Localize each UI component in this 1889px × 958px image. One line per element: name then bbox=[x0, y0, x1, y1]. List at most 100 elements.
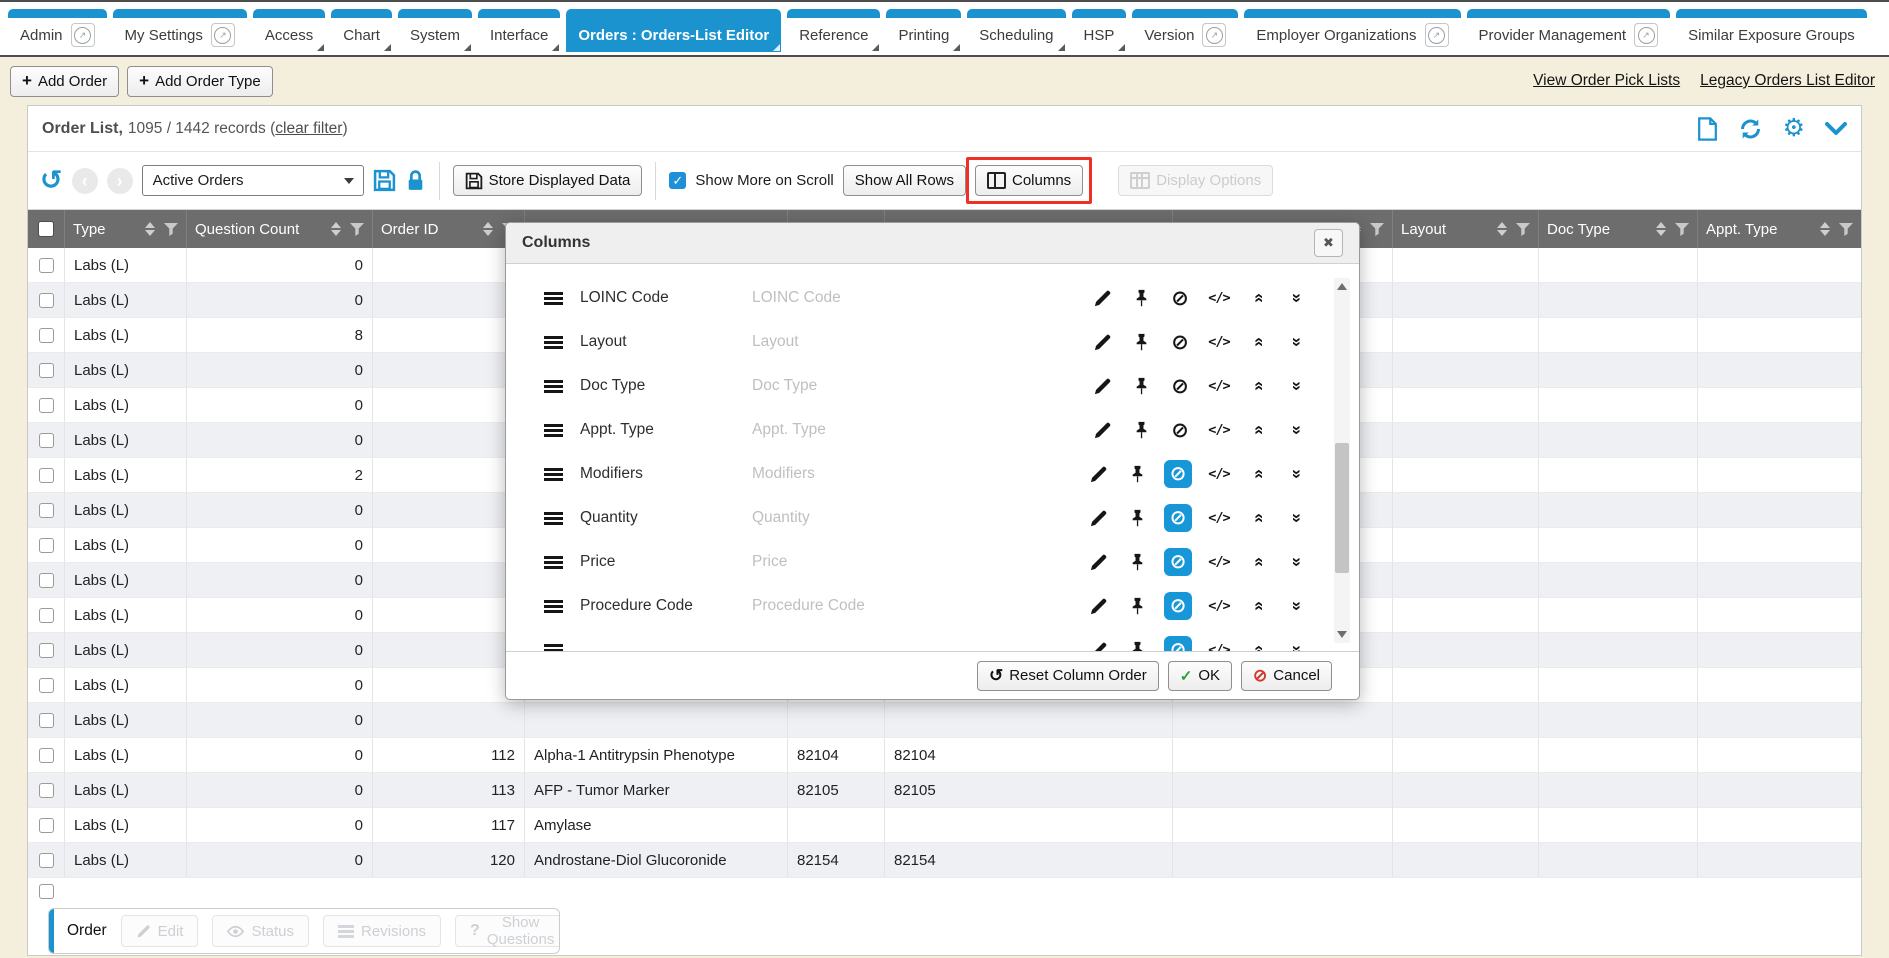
move-to-bottom-icon[interactable]: » bbox=[1285, 594, 1309, 618]
row-checkbox[interactable] bbox=[39, 363, 54, 378]
add-order-button[interactable]: + Add Order bbox=[10, 66, 119, 97]
tab-reference[interactable]: Reference bbox=[787, 9, 880, 52]
store-displayed-data-button[interactable]: Store Displayed Data bbox=[453, 165, 643, 196]
row-checkbox[interactable] bbox=[39, 818, 54, 833]
view-order-pick-lists-link[interactable]: View Order Pick Lists bbox=[1533, 72, 1680, 90]
filter-icon[interactable] bbox=[1675, 223, 1689, 236]
open-external-icon[interactable]: ↗ bbox=[1202, 23, 1226, 47]
move-to-bottom-icon[interactable]: » bbox=[1285, 374, 1309, 398]
gear-icon[interactable]: ⚙ bbox=[1783, 116, 1805, 141]
move-to-top-icon[interactable]: » bbox=[1246, 330, 1270, 354]
add-order-type-button[interactable]: + Add Order Type bbox=[127, 66, 273, 97]
drag-handle-icon[interactable] bbox=[544, 297, 563, 300]
column-header-doc-type[interactable]: Doc Type bbox=[1539, 210, 1698, 248]
tab-similar-exposure-groups[interactable]: Similar Exposure Groups bbox=[1676, 9, 1867, 52]
pin-icon[interactable] bbox=[1125, 506, 1149, 530]
tab-my-settings[interactable]: My Settings ↗ bbox=[113, 9, 247, 52]
hide-column-icon[interactable]: ⊘ bbox=[1168, 286, 1192, 310]
code-icon[interactable]: </> bbox=[1207, 374, 1231, 398]
tab-scheduling[interactable]: Scheduling bbox=[967, 9, 1065, 52]
edit-icon[interactable] bbox=[1090, 374, 1114, 398]
dialog-column-row-appt-type[interactable]: Appt. Type Appt. Type ⊘ </> » » bbox=[506, 408, 1359, 452]
hide-column-icon[interactable]: ⊘ bbox=[1164, 592, 1192, 620]
dialog-column-row-price[interactable]: Price Price ⊘ </> » » bbox=[506, 540, 1359, 584]
ok-button[interactable]: ✓ OK bbox=[1168, 661, 1232, 691]
row-checkbox[interactable] bbox=[39, 433, 54, 448]
code-icon[interactable]: </> bbox=[1207, 286, 1231, 310]
collapse-chevron-icon[interactable] bbox=[1825, 122, 1847, 136]
dialog-column-row-procedure-code[interactable]: Procedure Code Procedure Code ⊘ </> » » bbox=[506, 584, 1359, 628]
move-to-bottom-icon[interactable]: » bbox=[1285, 638, 1309, 651]
row-checkbox[interactable] bbox=[39, 293, 54, 308]
prev-view-button[interactable]: ‹ bbox=[72, 168, 98, 194]
open-external-icon[interactable]: ↗ bbox=[211, 23, 235, 47]
column-header-layout[interactable]: Layout bbox=[1393, 210, 1539, 248]
pin-icon[interactable] bbox=[1129, 374, 1153, 398]
pin-icon[interactable] bbox=[1125, 462, 1149, 486]
filter-icon[interactable] bbox=[350, 223, 364, 236]
code-icon[interactable]: </> bbox=[1207, 330, 1231, 354]
edit-icon[interactable] bbox=[1090, 330, 1114, 354]
dialog-scrollbar-thumb[interactable] bbox=[1335, 443, 1349, 573]
tab-system[interactable]: System bbox=[398, 9, 472, 52]
edit-icon[interactable] bbox=[1086, 506, 1110, 530]
dialog-column-row-loinc-code[interactable]: LOINC Code LOINC Code ⊘ </> » » bbox=[506, 276, 1359, 320]
drag-handle-icon[interactable] bbox=[544, 385, 563, 388]
move-to-bottom-icon[interactable]: » bbox=[1285, 506, 1309, 530]
show-more-on-scroll-checkbox[interactable]: ✓ bbox=[669, 172, 686, 189]
row-checkbox[interactable] bbox=[39, 608, 54, 623]
undo-icon[interactable]: ↺ bbox=[40, 167, 63, 194]
tab-employer-organizations[interactable]: Employer Organizations ↗ bbox=[1244, 9, 1460, 52]
edit-icon[interactable] bbox=[1086, 462, 1110, 486]
column-header-order-id[interactable]: Order ID bbox=[373, 210, 525, 248]
move-to-top-icon[interactable]: » bbox=[1246, 418, 1270, 442]
row-checkbox[interactable] bbox=[39, 884, 54, 899]
table-row[interactable]: Labs (L) 0 bbox=[28, 703, 1861, 738]
move-to-top-icon[interactable]: » bbox=[1246, 462, 1270, 486]
code-icon[interactable]: </> bbox=[1207, 594, 1231, 618]
row-checkbox[interactable] bbox=[39, 328, 54, 343]
code-icon[interactable]: </> bbox=[1207, 638, 1231, 651]
drag-handle-icon[interactable] bbox=[544, 341, 563, 344]
move-to-top-icon[interactable]: » bbox=[1246, 594, 1270, 618]
edit-icon[interactable] bbox=[1086, 550, 1110, 574]
tab-version[interactable]: Version ↗ bbox=[1132, 9, 1238, 52]
pin-icon[interactable] bbox=[1129, 330, 1153, 354]
pin-icon[interactable] bbox=[1129, 418, 1153, 442]
row-checkbox[interactable] bbox=[39, 258, 54, 273]
row-checkbox[interactable] bbox=[39, 853, 54, 868]
hide-column-icon[interactable]: ⊘ bbox=[1168, 374, 1192, 398]
edit-icon[interactable] bbox=[1090, 418, 1114, 442]
hide-column-icon[interactable]: ⊘ bbox=[1164, 460, 1192, 488]
tab-access[interactable]: Access bbox=[253, 9, 325, 52]
row-checkbox[interactable] bbox=[39, 783, 54, 798]
column-header-type[interactable]: Type bbox=[65, 210, 187, 248]
tab-hsp[interactable]: HSP bbox=[1072, 9, 1127, 52]
filter-icon[interactable] bbox=[164, 223, 178, 236]
dialog-column-row-layout[interactable]: Layout Layout ⊘ </> » » bbox=[506, 320, 1359, 364]
sort-icon[interactable] bbox=[1497, 222, 1507, 236]
row-checkbox[interactable] bbox=[39, 538, 54, 553]
sort-icon[interactable] bbox=[1656, 222, 1666, 236]
pin-icon[interactable] bbox=[1125, 594, 1149, 618]
row-checkbox[interactable] bbox=[39, 503, 54, 518]
open-external-icon[interactable]: ↗ bbox=[1425, 23, 1449, 47]
move-to-top-icon[interactable]: » bbox=[1246, 550, 1270, 574]
columns-button[interactable]: Columns bbox=[975, 165, 1083, 196]
show-all-rows-button[interactable]: Show All Rows bbox=[843, 165, 966, 196]
dialog-scrollbar[interactable] bbox=[1334, 278, 1350, 643]
tab-orders-orders-list-editor[interactable]: Orders : Orders-List Editor bbox=[566, 9, 781, 52]
pin-icon[interactable] bbox=[1125, 638, 1149, 651]
tab-chart[interactable]: Chart bbox=[331, 9, 392, 52]
hide-column-icon[interactable]: ⊘ bbox=[1168, 418, 1192, 442]
row-checkbox[interactable] bbox=[39, 468, 54, 483]
row-checkbox[interactable] bbox=[39, 678, 54, 693]
clear-filter-link[interactable]: clear filter bbox=[275, 120, 342, 138]
tab-printing[interactable]: Printing bbox=[886, 9, 961, 52]
drag-handle-icon[interactable] bbox=[544, 649, 563, 652]
filter-icon[interactable] bbox=[1370, 223, 1384, 236]
move-to-top-icon[interactable]: » bbox=[1246, 506, 1270, 530]
row-checkbox[interactable] bbox=[39, 398, 54, 413]
tab-interface[interactable]: Interface bbox=[478, 9, 560, 52]
move-to-top-icon[interactable]: » bbox=[1246, 286, 1270, 310]
